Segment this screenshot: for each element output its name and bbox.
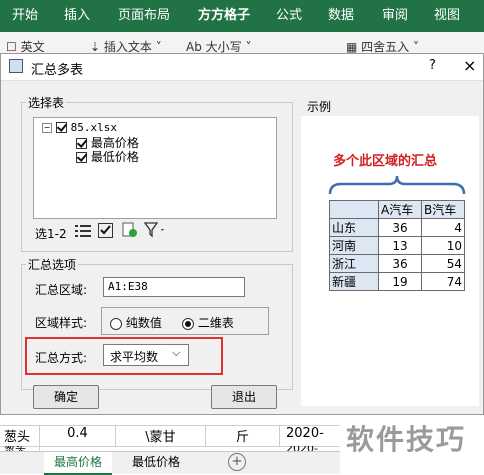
radio-icon[interactable] (110, 317, 122, 330)
ok-button[interactable]: 确定 (33, 385, 99, 409)
tree-root[interactable]: − 85.xlsx (42, 120, 117, 134)
radio-2d-table[interactable]: 二维表 (182, 314, 234, 331)
table-cell: 36 (378, 218, 422, 237)
table-cell: 19 (378, 272, 422, 291)
app-icon (9, 59, 23, 73)
example-table: A汽车 B汽车 山东 36 4 河南 13 10 浙江 36 54 新疆 19 (329, 200, 465, 291)
example-panel: 多个此区域的汇总 A汽车 B汽车 山东 36 4 河南 13 10 浙江 36 (301, 116, 479, 406)
table-cell: 74 (421, 272, 465, 291)
table-cell: 54 (421, 254, 465, 273)
cell[interactable]: 0.4 (40, 426, 116, 446)
method-label: 汇总方式: (35, 351, 88, 365)
brace-icon (328, 175, 466, 195)
tab-fangfang[interactable]: 方方格子 (194, 0, 254, 32)
close-button[interactable]: × (463, 56, 476, 75)
watermark: 软件技巧 (346, 423, 467, 456)
ribbon-tab-bar: 开始 插入 页面布局 方方格子 公式 数据 审阅 视图 (0, 0, 484, 32)
table-cell: B汽车 (421, 200, 465, 219)
help-button[interactable]: ? (429, 58, 436, 73)
method-value: 求平均数 (110, 350, 159, 364)
tab-review[interactable]: 审阅 (378, 0, 412, 32)
checkbox-icon[interactable] (76, 152, 87, 163)
example-label: 示例 (307, 100, 332, 114)
list-icon[interactable] (75, 224, 91, 238)
table-cell: 浙江 (329, 254, 379, 273)
table-cell: 河南 (329, 236, 379, 255)
selection-count: 选1-2 (35, 227, 67, 241)
sheet-tab-min-price[interactable]: 最低价格 (122, 452, 190, 473)
tab-home[interactable]: 开始 (8, 0, 42, 32)
add-sheet-icon[interactable] (122, 222, 137, 238)
cell[interactable]: 2020- (280, 426, 340, 446)
cell[interactable]: \蒙甘 (116, 426, 206, 446)
cell[interactable]: 斤 (206, 426, 280, 446)
select-table-label: 选择表 (28, 96, 65, 110)
table-row: 浙江 36 54 (329, 254, 465, 273)
table-cell: 10 (421, 236, 465, 255)
dialog-titlebar: 汇总多表 ? × (1, 54, 483, 81)
table-cell: 4 (421, 218, 465, 237)
method-select[interactable]: 求平均数 ⌵ (103, 344, 189, 366)
exit-button[interactable]: 退出 (211, 385, 277, 409)
table-row: A汽车 B汽车 (329, 200, 465, 219)
range-label: 汇总区域: (35, 283, 88, 297)
tab-insert[interactable]: 插入 (60, 0, 94, 32)
sheet-tree: − 85.xlsx 最高价格 最低价格 (33, 117, 277, 219)
table-cell: A汽车 (378, 200, 422, 219)
table-cell: 36 (378, 254, 422, 273)
table-cell: 山东 (329, 218, 379, 237)
chevron-down-icon[interactable]: ⌵ (172, 346, 180, 360)
tree-item-min[interactable]: 最低价格 (76, 148, 139, 165)
sheet-name: 最低价格 (90, 150, 139, 164)
radio-pure-values[interactable]: 纯数值 (110, 314, 162, 331)
range-input[interactable]: A1:E38 (103, 277, 245, 297)
dialog-title: 汇总多表 (31, 63, 84, 78)
table-row: 新疆 19 74 (329, 272, 465, 291)
table-cell: 新疆 (329, 272, 379, 291)
table-cell: 13 (378, 236, 422, 255)
tab-view[interactable]: 视图 (430, 0, 464, 32)
table-row: 山东 36 4 (329, 218, 465, 237)
options-label: 汇总选项 (28, 258, 77, 272)
tab-data[interactable]: 数据 (324, 0, 358, 32)
sheet-tab-bar: 最高价格 最低价格 + (0, 451, 340, 475)
checkbox-icon[interactable] (55, 122, 67, 133)
filter-icon[interactable] (143, 222, 168, 238)
table-cell (329, 200, 379, 219)
radio-icon[interactable] (182, 317, 194, 330)
cell[interactable]: 葱头 (0, 426, 40, 446)
add-sheet-button[interactable]: + (228, 453, 246, 471)
sheet-tab-max-price[interactable]: 最高价格 (44, 452, 113, 475)
tab-page-layout[interactable]: 页面布局 (114, 0, 174, 32)
file-name: 85.xlsx (70, 121, 118, 134)
style-label: 区域样式: (35, 316, 88, 330)
table-row: 河南 13 10 (329, 236, 465, 255)
style-radio-group: 纯数值 二维表 (101, 307, 269, 335)
example-caption: 多个此区域的汇总 (333, 154, 438, 169)
collapse-icon[interactable]: − (42, 122, 52, 133)
tab-formulas[interactable]: 公式 (272, 0, 306, 32)
summary-dialog: 汇总多表 ? × 选择表 − 85.xlsx 最高价格 最低价格 选1-2 汇总… (0, 53, 484, 415)
check-all-icon[interactable] (98, 223, 113, 238)
